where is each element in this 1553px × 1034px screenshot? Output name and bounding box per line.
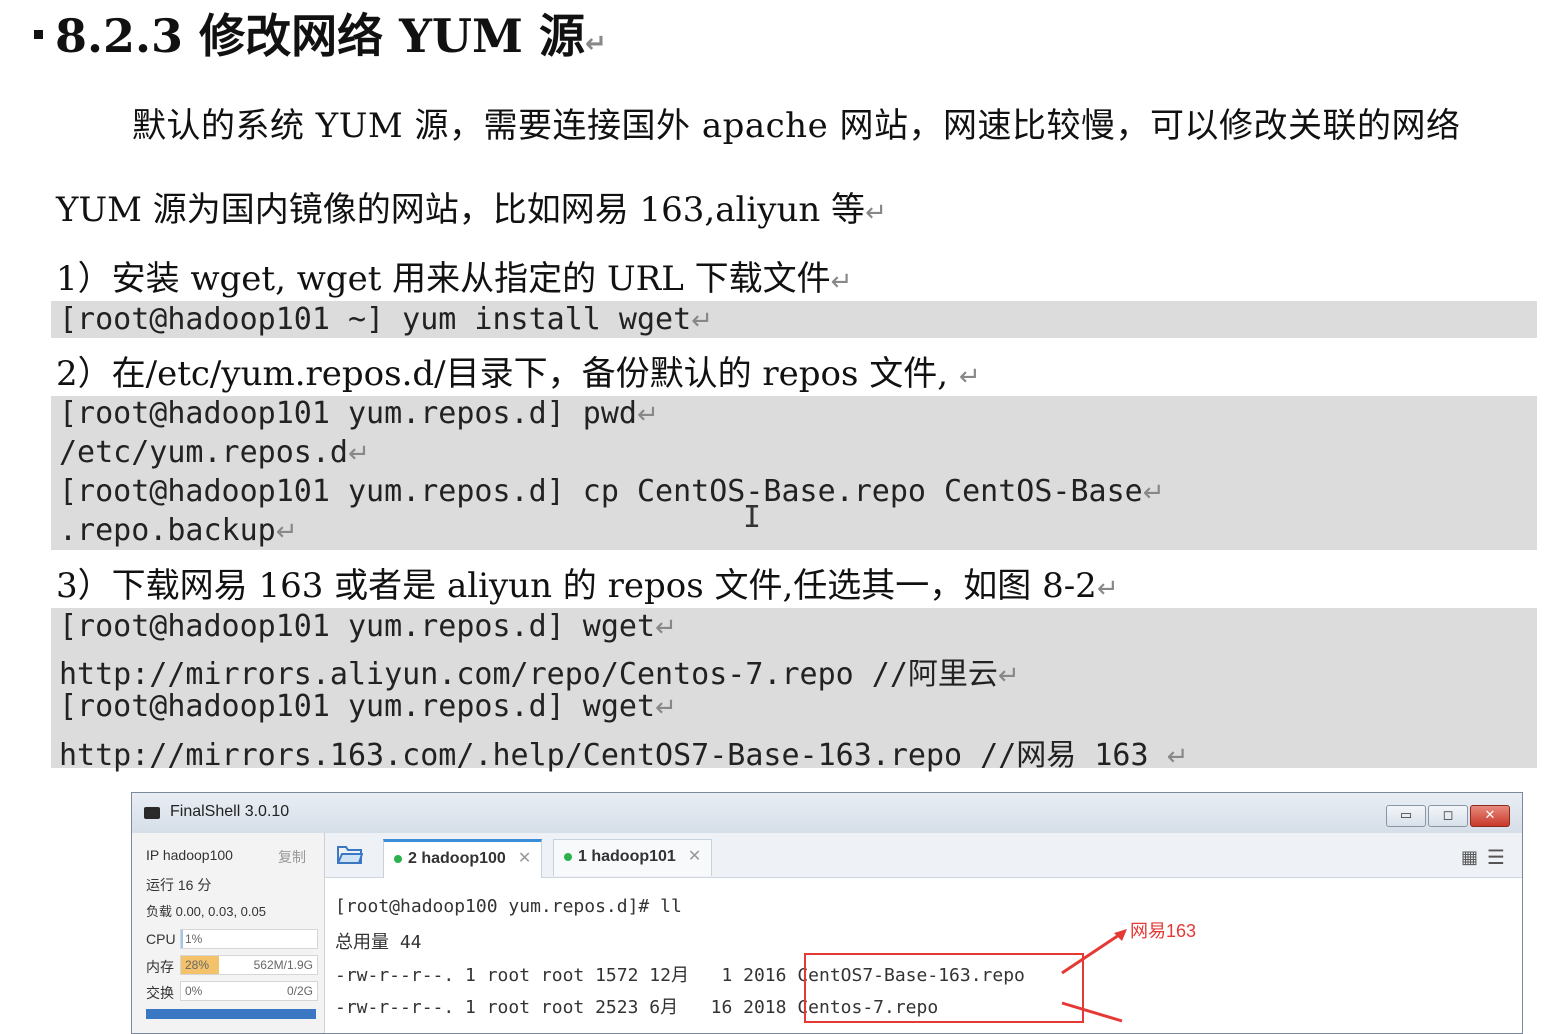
return-mark-icon: ↵ [865, 198, 887, 228]
step-3-code-block: [root@hadoop101 yum.repos.d] wget↵ http:… [51, 608, 1537, 773]
swap-label: 交换 [146, 985, 174, 1001]
step-1-label: 1）安装 wget, wget 用来从指定的 URL 下载文件↵ [56, 251, 852, 300]
copy-button[interactable]: 复制 [278, 847, 306, 867]
terminal-line: 总用量 44 [335, 932, 422, 953]
return-mark-icon: ↵ [655, 693, 677, 723]
code-line: http://mirrors.aliyun.com/repo/Centos-7.… [59, 649, 1020, 693]
return-mark-icon: ↵ [584, 29, 607, 59]
status-dot-icon [564, 852, 572, 861]
tab-close-icon: ✕ [687, 848, 702, 865]
return-mark-icon: ↵ [1142, 478, 1165, 508]
return-mark-icon: ↵ [636, 400, 659, 430]
code-line-text: [root@hadoop101 ~] yum install wget [59, 302, 692, 337]
folder-icon[interactable] [336, 843, 364, 865]
tab-hadoop101[interactable]: 1 hadoop101 ✕ [553, 839, 713, 876]
return-mark-icon: ↵ [958, 362, 981, 392]
annotation-arrow-icon [1061, 929, 1127, 1023]
ip-label: IP hadoop100 [146, 847, 233, 863]
maximize-button[interactable]: ◻ [1428, 805, 1468, 827]
code-line: [root@hadoop101 ~] yum install wget↵ [59, 302, 713, 337]
server-status-sidebar: IP hadoop100 复制 运行 16 分 负载 0.00, 0.03, 0… [132, 833, 325, 1033]
load-label: 负载 0.00, 0.03, 0.05 [146, 904, 266, 919]
return-mark-icon: ↵ [1096, 574, 1119, 604]
return-mark-icon: ↵ [275, 517, 298, 547]
code-line: [root@hadoop101 yum.repos.d] wget↵ [59, 689, 677, 724]
step-2-text: 2）在/etc/yum.repos.d/目录下，备份默认的 repos 文件, [56, 354, 949, 394]
mem-percent: 28% [185, 958, 210, 972]
return-mark-icon: ↵ [997, 661, 1020, 691]
cpu-meter: 1% [180, 929, 318, 949]
uptime-label: 运行 16 分 [146, 877, 212, 893]
intro-line-1: 默认的系统 YUM 源，需要连接国外 apache 网站，网速比较慢，可以修改关… [132, 106, 1461, 146]
terminal-line: [root@hadoop100 yum.repos.d]# ll [335, 896, 682, 917]
return-mark-icon: ↵ [691, 306, 713, 336]
mem-usage: 562M/1.9G [253, 958, 313, 972]
finalshell-window: FinalShell 3.0.10 ▭ ◻ ✕ IP hadoop100 复制 … [131, 792, 1523, 1034]
step-3-label: 3）下载网易 163 或者是 aliyun 的 repos 文件,任选其一，如图… [56, 558, 1119, 607]
code-line: [root@hadoop101 yum.repos.d] pwd↵ [59, 396, 659, 431]
status-dot-icon [394, 854, 402, 863]
heading-bullet [34, 29, 43, 39]
tab-label: 1 hadoop101 [578, 848, 676, 865]
minimize-button[interactable]: ▭ [1386, 805, 1426, 827]
code-line: http://mirrors.163.com/.help/CentOS7-Bas… [59, 730, 1188, 774]
intro-line-2-text: YUM 源为国内镜像的网站，比如网易 163,aliyun 等 [56, 190, 866, 230]
code-line-text: [root@hadoop101 yum.repos.d] pwd [59, 396, 637, 431]
code-line-text: [root@hadoop101 yum.repos.d] cp CentOS-B… [59, 474, 1143, 509]
swap-percent: 0% [185, 984, 203, 998]
cpu-value: 1% [185, 932, 203, 946]
step-2-label: 2）在/etc/yum.repos.d/目录下，备份默认的 repos 文件, … [56, 346, 981, 395]
code-line: [root@hadoop101 yum.repos.d] cp CentOS-B… [59, 474, 1165, 509]
section-heading: 8.2.3 修改网络 YUM 源↵ [34, 0, 607, 66]
close-button[interactable]: ✕ [1470, 805, 1510, 827]
swap-usage: 0/2G [286, 984, 313, 998]
code-line: /etc/yum.repos.d↵ [59, 435, 370, 470]
step-1-code-block: [root@hadoop101 ~] yum install wget↵ [51, 301, 1537, 338]
section-number: 8.2.3 [55, 9, 184, 63]
code-line-text: .repo.backup [59, 513, 276, 548]
mem-meter: 28% 562M/1.9G [180, 955, 318, 975]
session-tabs: 2 hadoop100 ✕ 1 hadoop101 ✕ ▦ ☰ [325, 833, 1522, 878]
return-mark-icon: ↵ [655, 613, 677, 643]
section-title: 修改网络 YUM 源 [199, 9, 585, 63]
step-2-code-block: [root@hadoop101 yum.repos.d] pwd↵ /etc/y… [51, 396, 1537, 550]
code-line-text: [root@hadoop101 yum.repos.d] wget [59, 609, 656, 644]
intro-line-2: YUM 源为国内镜像的网站，比如网易 163,aliyun 等↵ [56, 182, 887, 231]
code-line-text: http://mirrors.aliyun.com/repo/Centos-7.… [59, 657, 998, 692]
app-icon [144, 807, 160, 819]
menu-icon[interactable]: ☰ [1487, 845, 1505, 869]
swap-meter: 0% 0/2G [180, 981, 318, 1001]
text-cursor-icon: I [743, 500, 762, 535]
tab-close-icon: ✕ [517, 850, 532, 867]
mem-label: 内存 [146, 959, 174, 975]
highlight-box [804, 953, 1084, 1023]
tab-label: 2 hadoop100 [408, 850, 506, 867]
step-1-text: 1）安装 wget, wget 用来从指定的 URL 下载文件 [56, 259, 831, 299]
code-line-text: /etc/yum.repos.d [59, 435, 348, 470]
code-line: [root@hadoop101 yum.repos.d] wget↵ [59, 609, 677, 644]
cpu-label: CPU [146, 931, 176, 947]
tab-hadoop100[interactable]: 2 hadoop100 ✕ [383, 839, 543, 878]
return-mark-icon: ↵ [347, 439, 370, 469]
return-mark-icon: ↵ [1166, 742, 1189, 772]
window-title: FinalShell 3.0.10 [170, 803, 290, 820]
sidebar-tab-strip[interactable] [146, 1009, 316, 1019]
code-line: .repo.backup↵ [59, 513, 298, 548]
window-titlebar: FinalShell 3.0.10 ▭ ◻ ✕ [132, 793, 1522, 833]
code-line-text: [root@hadoop101 yum.repos.d] wget [59, 689, 656, 724]
code-line-text: http://mirrors.163.com/.help/CentOS7-Bas… [59, 738, 1167, 773]
return-mark-icon: ↵ [830, 267, 853, 297]
grid-view-icon[interactable]: ▦ [1461, 847, 1478, 868]
step-3-text: 3）下载网易 163 或者是 aliyun 的 repos 文件,任选其一，如图… [56, 566, 1097, 606]
